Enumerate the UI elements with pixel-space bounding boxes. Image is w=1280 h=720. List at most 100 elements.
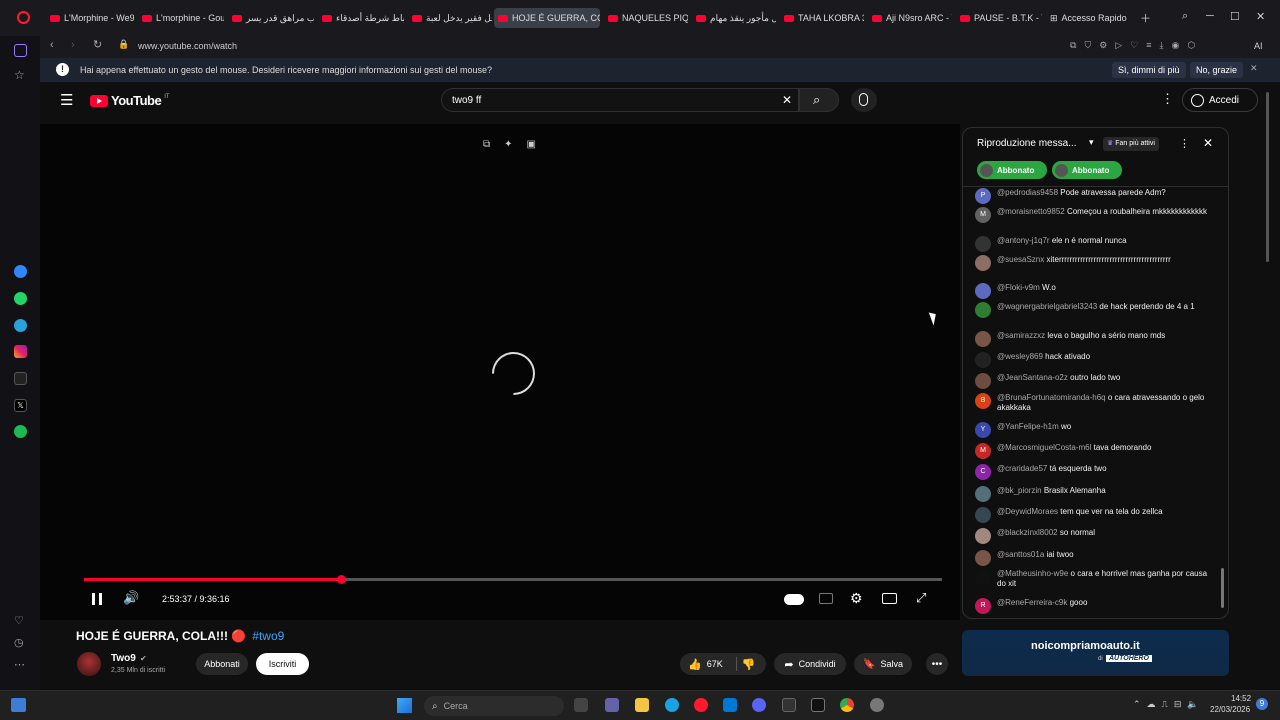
browser-tab[interactable]: NAQUELES PIQUE / (604, 8, 688, 28)
search-tabs-icon[interactable]: ⌕ (1182, 10, 1188, 23)
camera-icon[interactable]: ▣ (527, 139, 536, 150)
settings-icon[interactable] (870, 698, 884, 712)
x-icon[interactable]: 𝕏 (14, 399, 27, 412)
new-tab-icon[interactable]: ＋ (1140, 10, 1151, 26)
forward-icon[interactable]: › (71, 39, 75, 51)
reload-icon[interactable]: ↻ (93, 38, 102, 51)
chat-author[interactable]: @suesaSznx (997, 255, 1044, 264)
chat-author[interactable]: @MarcosmiguelCosta-m6l (997, 443, 1091, 452)
messenger-icon[interactable] (14, 265, 27, 278)
task-view-icon[interactable] (574, 698, 588, 712)
ad-banner[interactable]: noicompriamoauto.it di AUTOHERO (962, 630, 1229, 676)
widget-icon[interactable] (11, 698, 26, 712)
maximize-icon[interactable]: ☐ (1230, 10, 1240, 23)
more-options-icon[interactable]: ⋮ (1161, 91, 1174, 107)
tray-icons[interactable]: ⌃☁⎍⊟🔈 (1133, 699, 1205, 710)
chat-avatar[interactable] (975, 373, 991, 389)
extension-icon[interactable]: ⬡ (1187, 40, 1195, 51)
browser-tab[interactable]: PAUSE - B.T.K - You (956, 8, 1042, 28)
close-window-icon[interactable]: ✕ (1256, 10, 1265, 23)
chat-author[interactable]: @blackzinxl8002 (997, 528, 1058, 537)
pause-icon[interactable] (92, 593, 102, 605)
download-icon[interactable]: ⤓ (1160, 40, 1164, 51)
chat-avatar[interactable] (975, 550, 991, 566)
channel-name[interactable]: Two9 (111, 653, 136, 664)
channel-avatar[interactable] (77, 652, 101, 676)
clock-date[interactable]: 22/03/2026 (1210, 705, 1250, 714)
home-icon[interactable] (14, 44, 27, 57)
clock-time[interactable]: 14:52 (1231, 694, 1251, 703)
chat-author[interactable]: @DeywidMoraes (997, 507, 1058, 516)
autoplay-toggle[interactable] (784, 594, 804, 605)
menu-lines-icon[interactable]: ≡ (1146, 40, 1151, 51)
chat-author[interactable]: @samirazzxz (997, 331, 1045, 340)
chat-avatar[interactable]: M (975, 207, 991, 223)
browser-tab[interactable]: شاب مراهق قدر يسر (228, 8, 314, 28)
chat-avatar[interactable] (975, 352, 991, 368)
profile-icon[interactable]: ◉ (1172, 40, 1180, 51)
settings-gear-icon[interactable]: ⚙ (850, 590, 863, 607)
chat-author[interactable]: @craridade57 (997, 464, 1047, 473)
effects-icon[interactable]: ✦ (504, 139, 512, 150)
chat-scrollbar[interactable] (1221, 568, 1224, 608)
chat-more-icon[interactable]: ⋮ (1179, 137, 1190, 150)
url-field[interactable]: www.youtube.com/watch (138, 41, 237, 51)
snapshot-icon[interactable]: ⧉ (1070, 40, 1076, 51)
chat-mode-dropdown[interactable]: Riproduzione messa... (977, 138, 1077, 149)
browser-tab[interactable]: HOJE É GUERRA, COL (494, 8, 600, 28)
chat-avatar[interactable] (975, 302, 991, 318)
chat-avatar[interactable] (975, 507, 991, 523)
top-fans-button[interactable]: ♛ Fan più attivi (1103, 137, 1159, 151)
minimize-icon[interactable]: ─ (1206, 10, 1214, 22)
chat-avatar[interactable]: C (975, 464, 991, 480)
chat-avatar[interactable]: Y (975, 422, 991, 438)
like-icon[interactable]: 👍 (688, 658, 702, 671)
youtube-logo[interactable]: YouTube IT (90, 93, 170, 108)
search-input[interactable]: two9 ff (452, 95, 481, 106)
instagram-icon[interactable] (14, 345, 27, 358)
chat-avatar[interactable]: P (975, 188, 991, 204)
chat-avatar[interactable] (975, 236, 991, 252)
chat-avatar[interactable] (975, 283, 991, 299)
yes-tell-me-more-button[interactable]: Sì, dimmi di più (1112, 62, 1186, 78)
file-explorer-icon[interactable] (635, 698, 649, 712)
voice-search-button[interactable] (851, 88, 877, 112)
more-actions-button[interactable]: ••• (926, 653, 948, 675)
chat-author[interactable]: @Floki-v9m (997, 283, 1040, 292)
capcut-icon[interactable] (811, 698, 825, 712)
history-icon[interactable]: ◷ (14, 636, 27, 649)
join-button[interactable]: Abbonati (196, 653, 248, 675)
teams-icon[interactable] (605, 698, 619, 712)
opera-icon[interactable] (694, 698, 708, 712)
chat-author[interactable]: @wagnergabrielgabriel3243 (997, 302, 1097, 311)
browser-tab[interactable]: L'Morphine - We9t (46, 8, 134, 28)
video-player[interactable]: ⧉ ✦ ▣ (40, 124, 960, 620)
save-button[interactable]: 🔖 Salva (854, 653, 912, 675)
share-button[interactable]: ➦ Condividi (774, 653, 846, 675)
opera-logo[interactable] (17, 11, 30, 24)
search-button[interactable]: ⌕ (799, 88, 839, 112)
volume-icon[interactable]: 🔊 (123, 590, 139, 606)
sign-in-button[interactable]: Accedi (1182, 88, 1258, 112)
browser-tab[interactable]: رجل فقير يدخل لعبة (408, 8, 492, 28)
theater-mode-icon[interactable] (882, 593, 897, 604)
play-icon[interactable]: ▷ (1115, 40, 1122, 51)
tab-quick-access[interactable]: ⊞ Accesso Rapido (1046, 8, 1146, 28)
chevron-down-icon[interactable]: ▾ (1089, 137, 1094, 148)
no-thanks-button[interactable]: No, grazie (1190, 62, 1244, 78)
tiktok-icon[interactable] (14, 372, 27, 385)
chat-author[interactable]: @moraisnetto9852 (997, 207, 1065, 216)
chat-author[interactable]: @antony-j1q7r (997, 236, 1050, 245)
dislike-icon[interactable]: 👎 (742, 658, 756, 671)
whatsapp-icon[interactable] (14, 292, 27, 305)
chat-author[interactable]: @BrunaFortunatomiranda-h6q (997, 393, 1106, 402)
settings-icon[interactable]: ⚙ (1099, 40, 1107, 51)
spotify-icon[interactable] (14, 425, 27, 438)
terminal-icon[interactable] (782, 698, 796, 712)
start-icon[interactable] (397, 698, 412, 713)
browser-tab[interactable]: L'morphine - Gour (138, 8, 224, 28)
chat-avatar[interactable] (975, 486, 991, 502)
heart-icon[interactable]: ♡ (1130, 40, 1138, 51)
chat-avatar[interactable]: R (975, 598, 991, 614)
shield-icon[interactable]: ⛉ (1084, 40, 1091, 51)
